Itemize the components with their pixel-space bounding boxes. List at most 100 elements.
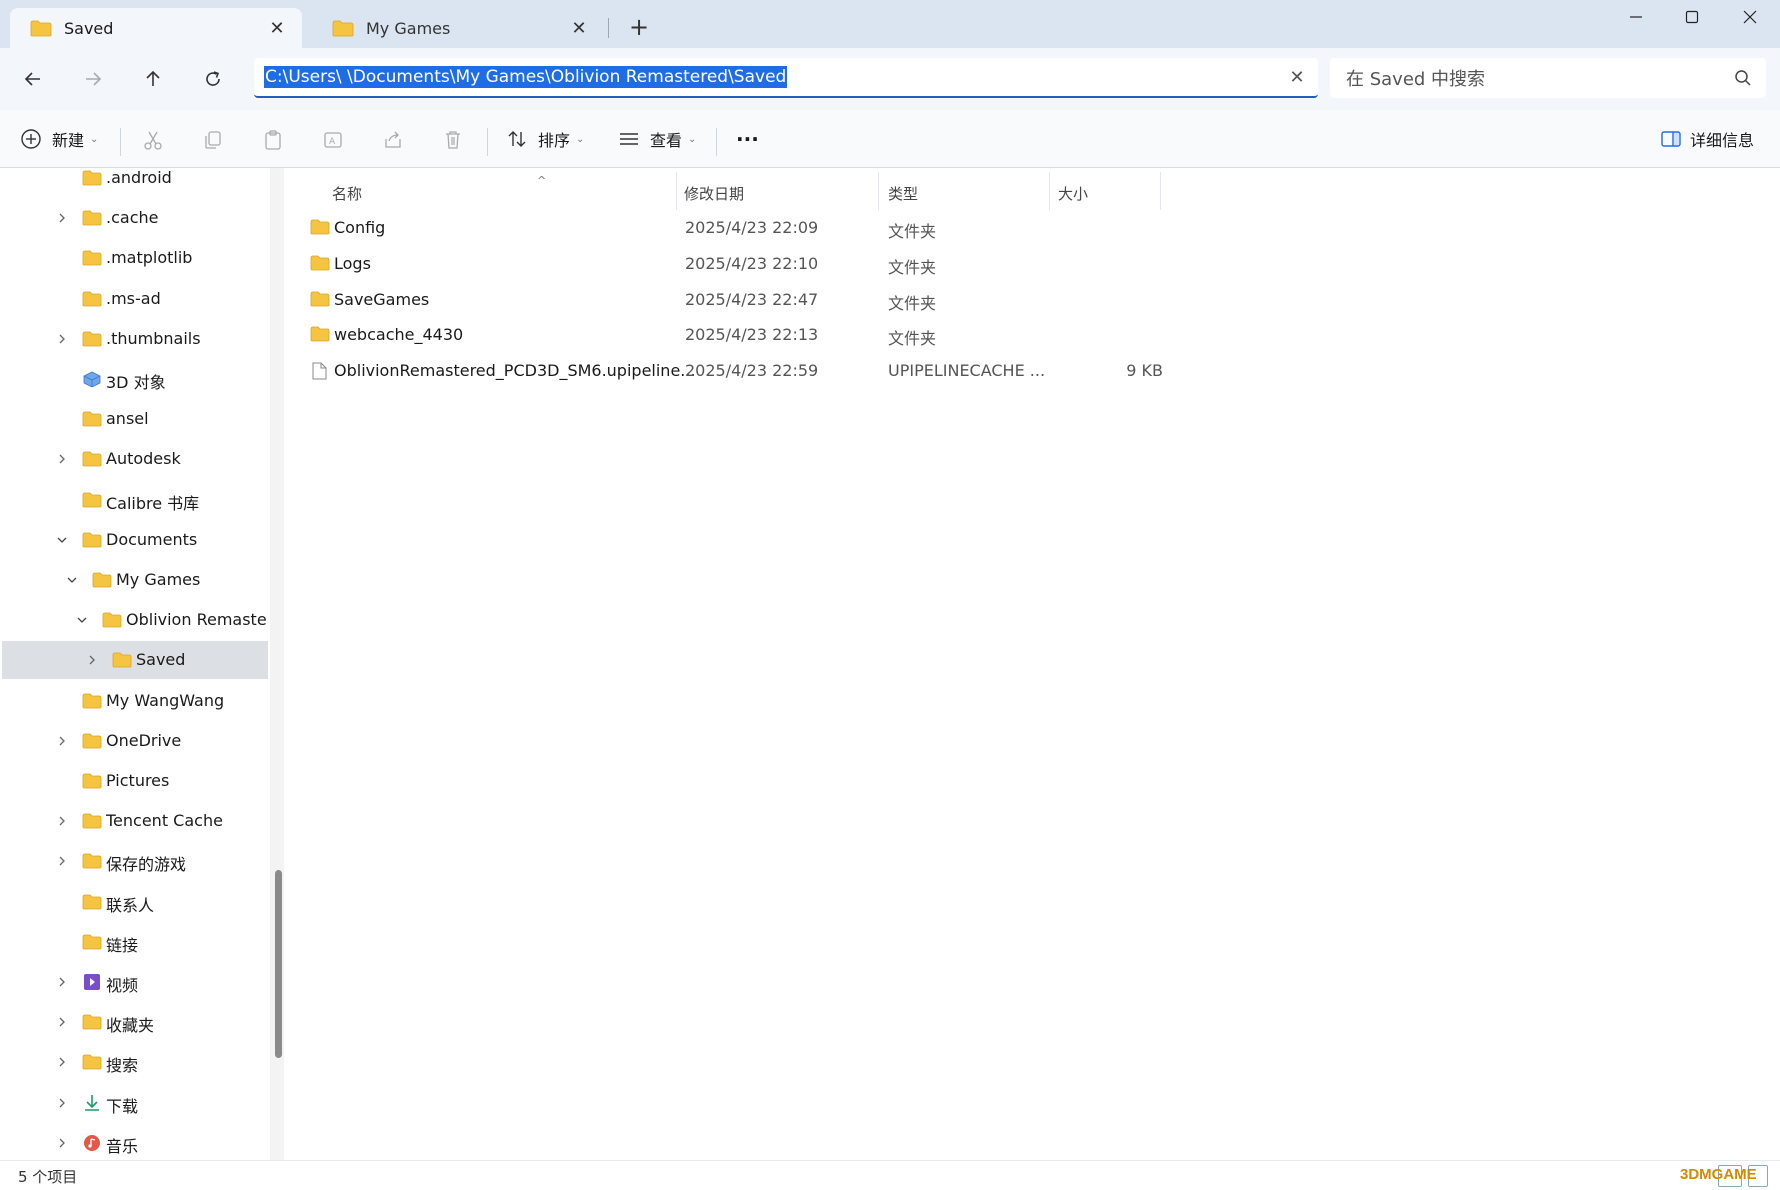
chevron-right-icon[interactable] bbox=[54, 1014, 70, 1030]
chevron-down-icon: ⌄ bbox=[90, 133, 99, 145]
table-row[interactable]: Logs 2025/4/23 22:10 文件夹 bbox=[310, 246, 1170, 282]
tab-label: My Games bbox=[366, 18, 451, 38]
column-divider[interactable] bbox=[676, 172, 677, 210]
table-row[interactable]: OblivionRemastered_PCD3D_SM6.upipeline..… bbox=[310, 353, 1170, 389]
chevron-right-icon[interactable] bbox=[84, 652, 100, 668]
sidebar-item[interactable]: 音乐 bbox=[2, 1124, 268, 1160]
sidebar-item[interactable]: .thumbnails bbox=[2, 320, 268, 358]
chevron-right-icon[interactable] bbox=[54, 813, 70, 829]
refresh-button[interactable] bbox=[194, 60, 232, 98]
sidebar-item[interactable]: .cache bbox=[2, 199, 268, 237]
chevron-right-icon[interactable] bbox=[54, 733, 70, 749]
column-header-type[interactable]: 类型 bbox=[888, 176, 918, 210]
chevron-down-icon[interactable] bbox=[64, 572, 80, 588]
sort-button[interactable]: 排序 ⌄ bbox=[506, 122, 584, 156]
sidebar-item[interactable]: Pictures bbox=[2, 762, 268, 800]
chevron-right-icon[interactable] bbox=[54, 1135, 70, 1151]
share-button[interactable] bbox=[380, 127, 406, 153]
view-button[interactable]: 查看 ⌄ bbox=[618, 122, 696, 156]
navigation-pane[interactable]: .android .cache .matplotlib .ms-ad .thumbnai… bbox=[0, 168, 268, 1160]
tab-my-games[interactable]: My Games ✕ bbox=[312, 8, 604, 48]
address-path[interactable]: C:\Users\ \Documents\My Games\Oblivion R… bbox=[264, 66, 788, 88]
table-row[interactable]: Config 2025/4/23 22:09 文件夹 bbox=[310, 210, 1170, 246]
sidebar-item-label: Saved bbox=[136, 650, 186, 670]
sidebar-item[interactable]: Autodesk bbox=[2, 440, 268, 478]
close-icon[interactable]: ✕ bbox=[566, 15, 592, 41]
sidebar-item-label: Documents bbox=[106, 529, 198, 549]
sidebar-item[interactable]: 联系人 bbox=[2, 883, 268, 921]
sidebar-item[interactable]: Tencent Cache bbox=[2, 802, 268, 840]
folder-icon bbox=[112, 652, 132, 668]
column-header-size[interactable]: 大小 bbox=[1058, 176, 1088, 210]
sidebar-item[interactable]: ansel bbox=[2, 400, 268, 438]
sidebar-item[interactable]: 链接 bbox=[2, 923, 268, 961]
cell-date: 2025/4/23 22:10 bbox=[685, 253, 819, 273]
table-row[interactable]: SaveGames 2025/4/23 22:47 文件夹 bbox=[310, 282, 1170, 318]
cell-type: 文件夹 bbox=[888, 222, 937, 241]
chevron-right-icon[interactable] bbox=[54, 853, 70, 869]
chevron-right-icon[interactable] bbox=[54, 1054, 70, 1070]
chevron-down-icon[interactable] bbox=[74, 612, 90, 628]
up-button[interactable] bbox=[134, 60, 172, 98]
sidebar-item[interactable]: Calibre 书库 bbox=[2, 481, 268, 519]
folder-icon bbox=[92, 572, 112, 588]
sidebar-item-label: 搜索 bbox=[106, 1056, 139, 1076]
sidebar-item-label: Calibre 书库 bbox=[106, 493, 200, 513]
column-type-label: 类型 bbox=[888, 184, 919, 203]
search-input[interactable]: 在 Saved 中搜索 bbox=[1330, 58, 1766, 98]
new-button[interactable]: 新建 ⌄ bbox=[20, 122, 98, 156]
new-tab-button[interactable]: + bbox=[624, 12, 654, 42]
sidebar-item-label: .cache bbox=[106, 208, 159, 228]
sidebar-item[interactable]: 搜索 bbox=[2, 1043, 268, 1081]
chevron-right-icon[interactable] bbox=[54, 1095, 70, 1111]
sidebar-item[interactable]: 视频 bbox=[2, 963, 268, 1001]
sidebar-item[interactable]: .android bbox=[2, 168, 268, 197]
sidebar-item[interactable]: .ms-ad bbox=[2, 280, 268, 318]
chevron-right-icon[interactable] bbox=[54, 451, 70, 467]
column-divider[interactable] bbox=[878, 172, 879, 210]
maximize-button[interactable] bbox=[1664, 0, 1720, 34]
search-icon[interactable] bbox=[1734, 69, 1752, 87]
sidebar-item[interactable]: My Games bbox=[2, 561, 268, 599]
sidebar-item[interactable]: Documents bbox=[2, 521, 268, 559]
tab-saved[interactable]: Saved ✕ bbox=[10, 8, 302, 48]
forward-button[interactable] bbox=[74, 60, 112, 98]
rename-button[interactable]: A bbox=[320, 127, 346, 153]
sidebar-scrollbar-thumb[interactable] bbox=[275, 870, 282, 1058]
cell-type: UPIPELINECACHE ... bbox=[888, 361, 1046, 381]
back-button[interactable] bbox=[14, 60, 52, 98]
chevron-right-icon[interactable] bbox=[54, 210, 70, 226]
folder-icon bbox=[310, 255, 330, 271]
more-options-button[interactable]: ··· bbox=[736, 122, 759, 156]
table-row[interactable]: webcache_4430 2025/4/23 22:13 文件夹 bbox=[310, 317, 1170, 353]
sidebar-item[interactable]: My WangWang bbox=[2, 682, 268, 720]
column-divider[interactable] bbox=[1160, 172, 1161, 210]
details-pane-button[interactable]: 详细信息 bbox=[1660, 122, 1754, 156]
window-close-button[interactable] bbox=[1722, 0, 1778, 34]
column-header-date[interactable]: 修改日期 bbox=[684, 176, 744, 210]
close-icon[interactable]: ✕ bbox=[264, 15, 290, 41]
cut-button[interactable] bbox=[140, 127, 166, 153]
sidebar-item[interactable]: 3D 对象 bbox=[2, 360, 268, 398]
sidebar-item[interactable]: Saved bbox=[2, 641, 268, 680]
clear-address-icon[interactable]: ✕ bbox=[1286, 66, 1308, 88]
chevron-right-icon[interactable] bbox=[54, 974, 70, 990]
copy-button[interactable] bbox=[200, 127, 226, 153]
folder-icon bbox=[310, 219, 330, 235]
sidebar-item[interactable]: OneDrive bbox=[2, 722, 268, 760]
delete-button[interactable] bbox=[440, 127, 466, 153]
paste-button[interactable] bbox=[260, 127, 286, 153]
chevron-right-icon[interactable] bbox=[54, 331, 70, 347]
address-bar[interactable]: C:\Users\ \Documents\My Games\Oblivion R… bbox=[254, 58, 1318, 98]
column-header-name[interactable]: 名称 ^ bbox=[332, 174, 546, 210]
minimize-button[interactable] bbox=[1608, 0, 1664, 34]
sidebar-item[interactable]: 下载 bbox=[2, 1084, 268, 1122]
sidebar-item[interactable]: 保存的游戏 bbox=[2, 842, 268, 880]
chevron-down-icon[interactable] bbox=[54, 532, 70, 548]
details-label: 详细信息 bbox=[1690, 131, 1755, 150]
sidebar-item[interactable]: .matplotlib bbox=[2, 239, 268, 277]
sidebar-item[interactable]: 收藏夹 bbox=[2, 1003, 268, 1041]
column-divider[interactable] bbox=[1049, 172, 1050, 210]
sidebar-item[interactable]: Oblivion Remastered bbox=[2, 601, 268, 639]
folder-icon bbox=[30, 20, 52, 36]
